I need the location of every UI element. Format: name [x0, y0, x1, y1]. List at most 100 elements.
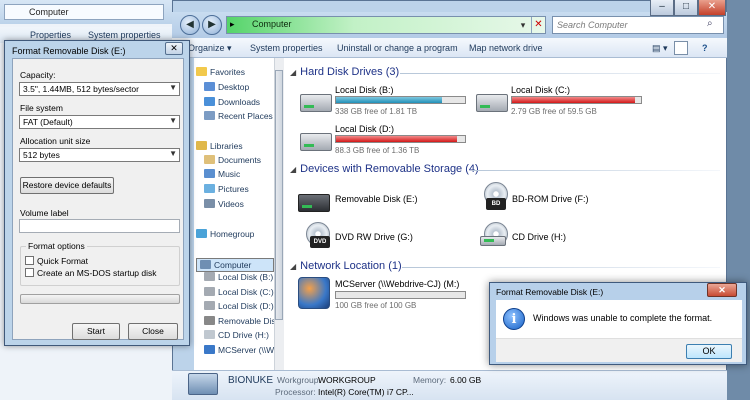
cd-drive-h-label[interactable]: CD Drive (H:) [512, 232, 566, 242]
maximize-button[interactable]: □ [674, 0, 698, 16]
nav-item[interactable]: Libraries [196, 141, 274, 155]
hard-disk-icon[interactable] [300, 133, 332, 151]
network-drive-icon[interactable] [298, 277, 330, 309]
drive-name[interactable]: Local Disk (C:) [511, 85, 570, 95]
message-box-title: Format Removable Disk (E:) [496, 287, 604, 297]
nav-item[interactable]: Removable Disk (E:) [204, 316, 274, 330]
nav-item-icon [204, 97, 215, 106]
nav-item-label: Computer [214, 260, 252, 270]
processor-value: Intel(R) Core(TM) i7 CP... [318, 387, 414, 397]
minimize-button[interactable]: – [650, 0, 674, 16]
removable-disk-e[interactable] [298, 188, 330, 212]
cd-drive-icon [480, 236, 506, 246]
nav-item[interactable]: Homegroup [196, 229, 274, 243]
bd-rom-drive-f[interactable]: BD [478, 182, 508, 214]
background-address-text: Computer [29, 7, 69, 17]
forward-button[interactable]: ▶ [202, 15, 222, 35]
cd-drive-h[interactable] [478, 222, 508, 252]
nav-item[interactable]: Local Disk (C:) [204, 287, 274, 301]
preview-pane-icon[interactable] [674, 41, 688, 55]
background-system-properties-button[interactable]: System properties [88, 30, 161, 40]
nav-item[interactable]: MCServer (\\Webdrive-CJ) (M:) [204, 345, 274, 359]
drive-free-space: 2.79 GB free of 59.5 GB [511, 107, 597, 116]
organize-button[interactable]: Organize ▾ [188, 43, 232, 54]
nav-item[interactable]: Recent Places [204, 111, 274, 125]
background-properties-button[interactable]: Properties [30, 30, 71, 40]
drive-name[interactable]: Local Disk (B:) [335, 85, 394, 95]
format-dialog-close-button[interactable]: ✕ [165, 42, 183, 55]
nav-item[interactable]: CD Drive (H:) [204, 330, 274, 344]
address-clear-button[interactable]: ✕ [531, 17, 545, 33]
section-removable-storage[interactable]: ◢ Devices with Removable Storage (4) [290, 163, 479, 175]
file-system-label: File system [20, 103, 63, 113]
back-button[interactable]: ◀ [180, 15, 200, 35]
workgroup-value: WORKGROUP [318, 375, 376, 385]
dvd-rw-drive-g-label[interactable]: DVD RW Drive (G:) [335, 232, 413, 242]
nav-item-icon [204, 184, 215, 193]
address-text: Computer [252, 19, 292, 29]
navigation-scroll-thumb[interactable] [275, 70, 283, 320]
memory-value: 6.00 GB [450, 375, 482, 385]
nav-item[interactable]: Desktop [204, 82, 274, 96]
volume-label-input[interactable] [19, 219, 180, 233]
close-window-button[interactable]: ✕ [698, 0, 726, 16]
nav-item[interactable]: Music [204, 169, 274, 183]
hard-disk-icon[interactable] [476, 94, 508, 112]
nav-item-icon [204, 301, 215, 310]
dvd-badge: DVD [310, 236, 330, 248]
start-button[interactable]: Start [72, 323, 120, 340]
help-icon[interactable]: ? [702, 43, 708, 53]
allocation-unit-label: Allocation unit size [20, 136, 91, 146]
msdos-startup-label[interactable]: Create an MS-DOS startup disk [37, 268, 157, 278]
capacity-value: 3.5", 1.44MB, 512 bytes/sector [23, 84, 139, 94]
nav-item-label: Pictures [218, 184, 249, 194]
removable-disk-e-label[interactable]: Removable Disk (E:) [335, 194, 418, 204]
allocation-unit-select[interactable]: 512 bytes ▼ [19, 148, 180, 162]
nav-item[interactable]: Pictures [204, 184, 274, 198]
drive-free-space: 88.3 GB free of 1.36 TB [335, 146, 420, 155]
uninstall-program-button[interactable]: Uninstall or change a program [337, 43, 458, 53]
map-network-drive-button[interactable]: Map network drive [469, 43, 543, 53]
ok-button[interactable]: OK [686, 344, 732, 359]
format-options-group [20, 246, 180, 286]
section-network-location[interactable]: ◢ Network Location (1) [290, 260, 402, 272]
nav-item[interactable]: Local Disk (D:) [204, 301, 274, 315]
restore-device-defaults-button[interactable]: Restore device defaults [20, 177, 114, 194]
network-drive-usage-bar [335, 291, 466, 299]
dvd-rw-drive-g[interactable]: DVD [300, 222, 332, 252]
address-dropdown-icon[interactable]: ▾ [516, 17, 530, 33]
network-drive-label[interactable]: MCServer (\\Webdrive-CJ) (M:) [335, 279, 459, 289]
nav-item-label: Desktop [218, 82, 250, 92]
search-placeholder: Search Computer [557, 20, 628, 30]
system-properties-button[interactable]: System properties [250, 43, 323, 53]
nav-item-label: MCServer (\\Webdrive-CJ) (M:) [218, 345, 274, 355]
close-button[interactable]: Close [128, 323, 178, 340]
quick-format-checkbox[interactable] [25, 256, 34, 265]
chevron-down-icon: ▼ [169, 149, 177, 158]
nav-item[interactable]: Favorites [196, 67, 274, 81]
hard-disk-icon[interactable] [300, 94, 332, 112]
volume-label-label: Volume label [20, 208, 69, 218]
background-address-field[interactable]: Computer [4, 4, 164, 20]
nav-item-icon [196, 229, 207, 238]
view-options-icon[interactable]: ▤ ▾ [652, 43, 668, 54]
drive-free-space: 338 GB free of 1.81 TB [335, 107, 418, 116]
nav-item[interactable]: Downloads [204, 97, 274, 111]
bd-rom-drive-f-label[interactable]: BD-ROM Drive (F:) [512, 194, 589, 204]
nav-item[interactable]: Documents [204, 155, 274, 169]
quick-format-label[interactable]: Quick Format [37, 256, 88, 266]
nav-item-icon [204, 272, 215, 281]
capacity-select[interactable]: 3.5", 1.44MB, 512 bytes/sector ▼ [19, 82, 180, 96]
format-dialog-title: Format Removable Disk (E:) [12, 46, 126, 56]
message-box-close-button[interactable]: ✕ [707, 283, 737, 297]
msdos-startup-checkbox[interactable] [25, 268, 34, 277]
file-system-select[interactable]: FAT (Default) ▼ [19, 115, 180, 129]
drive-name[interactable]: Local Disk (D:) [335, 124, 394, 134]
section-hard-disk-drives[interactable]: ◢ Hard Disk Drives (3) [290, 66, 399, 78]
nav-item-icon [204, 316, 215, 325]
capacity-label: Capacity: [20, 70, 56, 80]
search-input[interactable]: Search Computer [552, 16, 724, 34]
nav-item[interactable]: Local Disk (B:) [204, 272, 274, 286]
nav-item[interactable]: Videos [204, 199, 274, 213]
nav-item[interactable]: Computer [196, 258, 274, 272]
